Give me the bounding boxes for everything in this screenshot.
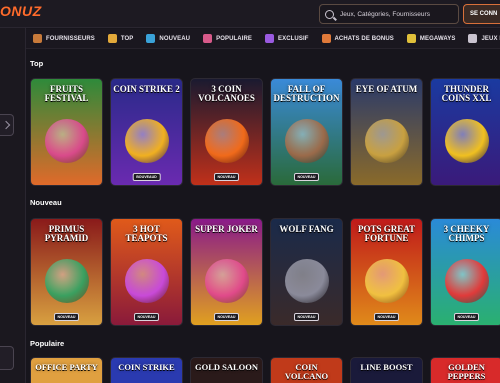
diamond-icon [265, 34, 275, 43]
nav-item-7[interactable]: JEUX EN LIGNE [461, 29, 500, 48]
game-card[interactable]: POTS GREAT FORTUNE NOUVEAU [350, 218, 423, 326]
providers-icon [33, 34, 42, 43]
game-artwork [124, 259, 169, 303]
nav-item-label: JEUX EN LIGNE [481, 35, 500, 42]
nav-item-label: POPULAIRE [216, 35, 253, 42]
section-title-populaire: Populaire [30, 339, 65, 348]
game-title: 3 HOT TEAPOTS [125, 224, 168, 243]
new-badge: NOUVEAU [53, 313, 80, 321]
nav-item-label: FOURNISSEURS [46, 35, 95, 42]
game-card[interactable]: THUNDER COINS XXL [430, 78, 500, 186]
game-title: GOLD SALOON [194, 362, 259, 372]
game-card[interactable]: OFFICE PARTY [30, 357, 103, 383]
game-title: GOLDEN PEPPERS [447, 362, 486, 381]
game-artwork [444, 119, 489, 163]
game-card[interactable]: FRUITS FESTIVAL [30, 78, 103, 186]
rocket-icon [203, 34, 213, 43]
game-title: EYE OF ATUM [355, 84, 418, 94]
game-title: THUNDER COINS XXL [441, 84, 492, 103]
game-card[interactable]: GOLD SALOON [190, 357, 263, 383]
nav-item-0[interactable]: FOURNISSEURS [26, 29, 101, 48]
top-header: ONUZ Jeux, Catégories, Fournisseurs SE C… [0, 0, 500, 28]
game-title: COIN STRIKE [118, 362, 175, 372]
nav-item-5[interactable]: ACHATS DE BONUS [315, 29, 400, 48]
nav-item-4[interactable]: EXCLUSIF [258, 29, 314, 48]
game-card[interactable]: PRIMUS PYRAMID NOUVEAU [30, 218, 103, 326]
game-artwork [204, 259, 249, 303]
nav-item-label: MEGAWAYS [419, 35, 456, 42]
game-artwork [364, 259, 409, 303]
game-artwork [44, 259, 89, 303]
megaways-icon [406, 34, 416, 43]
game-title: FALL OF DESTRUCTION [273, 84, 340, 103]
rocket-bonus-icon [321, 34, 331, 43]
trophy-icon [107, 34, 117, 43]
nav-item-label: NOUVEAU [159, 35, 191, 42]
game-artwork [204, 119, 249, 163]
new-badge: NOUVEAU [373, 313, 400, 321]
game-card[interactable]: EYE OF ATUM [350, 78, 423, 186]
game-card[interactable]: 3 CHEEKY CHIMPS NOUVEAU [430, 218, 500, 326]
game-artwork [284, 259, 329, 303]
game-card[interactable]: LINE BOOST [350, 357, 423, 383]
login-button[interactable]: SE CONN [463, 4, 500, 24]
game-title: POTS GREAT FORTUNE [357, 224, 416, 243]
planet-icon [146, 34, 156, 43]
game-artwork [364, 119, 409, 163]
game-card[interactable]: SUPER JOKER NOUVEAU [190, 218, 263, 326]
game-card[interactable]: WOLF FANG NOUVEAU [270, 218, 343, 326]
game-card[interactable]: COIN VOLCANO [270, 357, 343, 383]
nav-item-2[interactable]: NOUVEAU [139, 29, 196, 48]
game-title: FRUITS FESTIVAL [44, 84, 89, 103]
left-sidebar [0, 28, 26, 383]
section-title-nouveau: Nouveau [30, 198, 62, 207]
new-badge: NOUVEAU [293, 173, 320, 181]
game-artwork [284, 119, 329, 163]
site-logo[interactable]: ONUZ [0, 3, 42, 19]
games-row-nouveau: PRIMUS PYRAMID NOUVEAU 3 HOT TEAPOTS NOUVEA… [30, 218, 500, 326]
game-card[interactable]: FALL OF DESTRUCTION NOUVEAU [270, 78, 343, 186]
game-artwork [124, 119, 169, 163]
game-artwork [44, 119, 89, 163]
nav-item-label: EXCLUSIF [278, 35, 309, 42]
game-title: SUPER JOKER [195, 224, 258, 234]
search-icon [325, 9, 334, 19]
new-badge: NOUVEAU [293, 313, 320, 321]
new-badge: NOUVEAU [133, 313, 160, 321]
nav-item-6[interactable]: MEGAWAYS [400, 29, 462, 48]
new-badge: NOUVEAU [213, 313, 240, 321]
game-title: COIN VOLCANO [284, 362, 329, 381]
search-box[interactable]: Jeux, Catégories, Fournisseurs [319, 4, 459, 24]
sidebar-bottom-button[interactable] [0, 346, 14, 370]
new-badge: NOUVEAU [213, 173, 240, 181]
game-artwork [444, 259, 489, 303]
games-row-populaire: OFFICE PARTY COIN STRIKE GOLD SALOON COIN V… [30, 357, 500, 383]
nav-item-label: ACHATS DE BONUS [334, 35, 394, 42]
game-title: 3 CHEEKY CHIMPS [443, 224, 490, 243]
live-icon [468, 34, 478, 43]
game-card[interactable]: 3 COIN VOLCANOES NOUVEAU [190, 78, 263, 186]
game-title: COIN STRIKE 2 [113, 84, 180, 94]
game-title: OFFICE PARTY [35, 362, 98, 372]
category-nav: FOURNISSEURS TOP NOUVEAU POPULAIRE EXCLUSIF A… [26, 29, 500, 49]
search-placeholder: Jeux, Catégories, Fournisseurs [340, 10, 430, 18]
nav-item-3[interactable]: POPULAIRE [196, 29, 258, 48]
game-card[interactable]: GOLDEN PEPPERS [430, 357, 500, 383]
nav-item-label: TOP [120, 35, 134, 42]
new-badge: NOUVEAU [453, 313, 480, 321]
game-title: LINE BOOST [360, 362, 413, 372]
sidebar-toggle-button[interactable] [0, 114, 14, 136]
section-title-top: Top [30, 59, 44, 68]
game-card[interactable]: 3 HOT TEAPOTS NOUVEAU [110, 218, 183, 326]
game-title: 3 COIN VOLCANOES [198, 84, 255, 103]
nav-item-1[interactable]: TOP [101, 29, 140, 48]
game-card[interactable]: COIN STRIKE 2 BOUVEAUD [110, 78, 183, 186]
game-title: WOLF FANG [279, 224, 334, 234]
new-badge: BOUVEAUD [132, 173, 161, 181]
games-row-top: FRUITS FESTIVAL COIN STRIKE 2 BOUVEAUD 3 CO… [30, 78, 500, 186]
game-title: PRIMUS PYRAMID [44, 224, 89, 243]
game-card[interactable]: COIN STRIKE [110, 357, 183, 383]
